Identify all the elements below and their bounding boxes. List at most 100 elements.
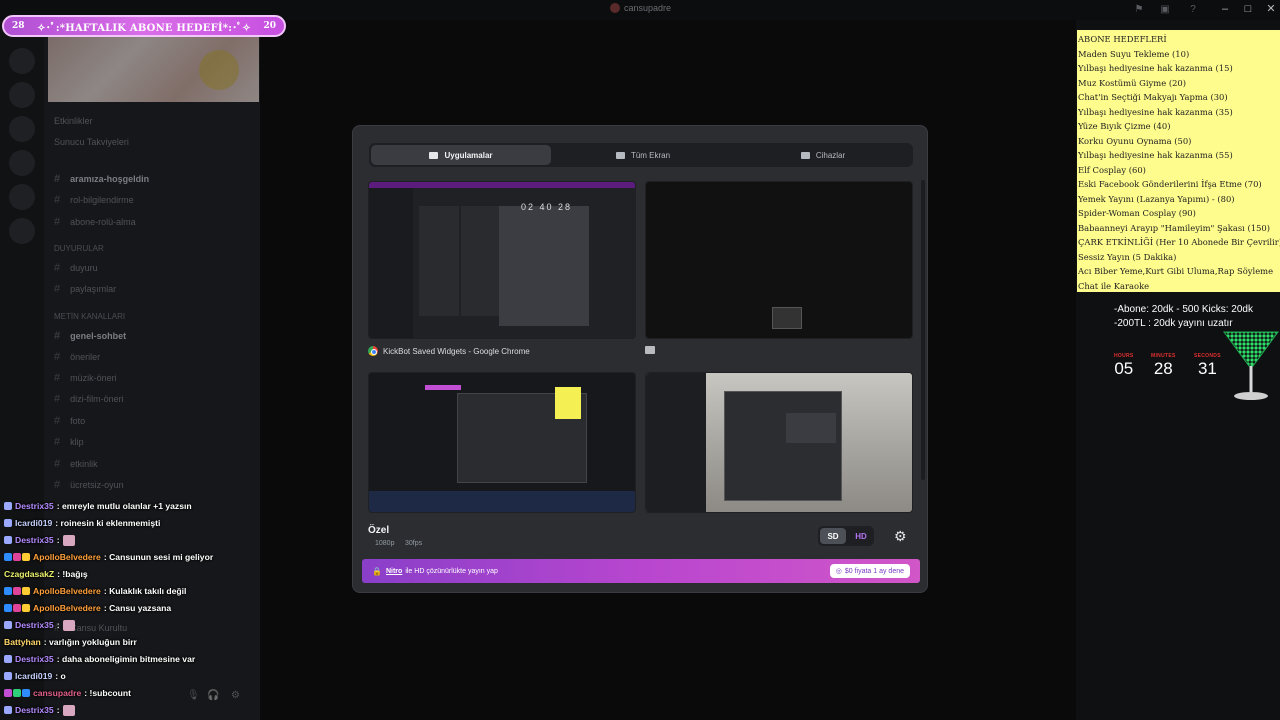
chat-message: cansupadre: !subcount (4, 685, 131, 701)
channel-item[interactable]: # genel-sohbet (54, 330, 126, 342)
headphones-icon[interactable]: 🎧 (207, 690, 219, 701)
badge-group (4, 604, 30, 612)
badge-icon (4, 655, 12, 663)
badge-icon (22, 604, 30, 612)
close-button[interactable]: ✕ (1263, 2, 1279, 16)
add-server-icon[interactable] (9, 184, 35, 210)
hd-button[interactable]: HD (848, 526, 874, 546)
chat-username: Destrix35 (15, 501, 54, 511)
chat-text: : o (55, 671, 66, 681)
source-thumbnail[interactable] (368, 372, 636, 513)
source-thumbnail[interactable] (645, 372, 913, 513)
hash-icon: # (54, 479, 61, 491)
source-thumbnail[interactable] (645, 181, 913, 339)
channel-item[interactable]: # öneriler (54, 351, 100, 363)
badge-icon (4, 672, 12, 680)
hash-icon: # (54, 262, 61, 274)
gear-icon[interactable]: ⚙ (894, 528, 907, 545)
channel-category[interactable]: DUYURULAR (54, 244, 104, 253)
goal-right-number: 20 (263, 21, 276, 31)
chat-text: : Cansu yazsana (103, 603, 172, 613)
minimize-button[interactable]: – (1217, 2, 1233, 16)
badge-icon (4, 519, 12, 527)
subscriber-goals-list: ABONE HEDEFLERİ Maden Suyu Tekleme (10) Yı… (1077, 30, 1280, 292)
chat-text: : !subcount (84, 688, 132, 698)
chat-message: Destrix35: daha aboneligimin bitmesine v… (4, 651, 195, 667)
settings-icon[interactable]: ⚙ (231, 690, 240, 701)
channel-item[interactable]: Sunucu Takviyeleri (54, 137, 129, 147)
channel-item[interactable]: # duyuru (54, 262, 98, 274)
channel-label: Cansu Kurultu (70, 623, 128, 633)
hash-icon: # (54, 351, 61, 363)
goal-title: ✧･ﾟ:*HAFTALIK ABONE HEDEFİ*:･ﾟ✧ (37, 22, 251, 34)
channel-label: paylaşımlar (70, 284, 117, 294)
badge-icon (4, 689, 12, 697)
nitro-link[interactable]: Nitro (386, 568, 402, 575)
sd-button[interactable]: SD (820, 528, 846, 544)
screen-share-icon[interactable]: ▣ (1159, 4, 1171, 15)
hash-icon: # (54, 372, 61, 384)
tab-applications[interactable]: Uygulamalar (371, 145, 551, 165)
server-icon[interactable] (9, 82, 35, 108)
channel-item[interactable]: # foto (54, 415, 85, 427)
goals-heading: ABONE HEDEFLERİ (1078, 34, 1167, 44)
badge-icon (4, 502, 12, 510)
badge-group (4, 553, 30, 561)
goal-item: Yılbaşı hediyesine hak kazanma (55) (1078, 150, 1233, 160)
goal-item: Korku Oyunu Oynama (50) (1078, 135, 1192, 146)
hash-icon: # (54, 216, 61, 228)
weekly-goal-banner: 28 ✧･ﾟ:*HAFTALIK ABONE HEDEFİ*:･ﾟ✧ 20 (2, 15, 286, 37)
goal-item: Maden Suyu Tekleme (10) (1078, 48, 1190, 59)
chat-username: Destrix35 (15, 654, 54, 664)
channel-item[interactable]: # klip (54, 436, 84, 448)
microphone-icon[interactable]: 🎙 (187, 690, 200, 701)
channel-item[interactable]: Etkinlikler (54, 116, 93, 126)
source-tabs: Uygulamalar Tüm Ekran Cihazlar (369, 143, 913, 167)
explore-icon[interactable] (9, 218, 35, 244)
source-thumbnail[interactable]: 02 40 28 (368, 181, 636, 339)
badge-group (4, 502, 12, 510)
monitor-icon (615, 151, 625, 159)
channel-item[interactable]: # dizi-film-öneri (54, 393, 124, 405)
scrollbar[interactable] (921, 180, 925, 480)
channel-label: ücretsiz-oyun (70, 480, 124, 490)
channel-item[interactable]: # rol-bilgilendirme (54, 194, 134, 206)
badge-group (4, 621, 12, 629)
channel-item[interactable]: # paylaşımlar (54, 283, 116, 295)
channel-item[interactable]: # etkinlik (54, 458, 98, 470)
chat-message: ApolloBelvedere: Cansunun sesi mi geliyo… (4, 549, 213, 565)
server-icon[interactable] (9, 116, 35, 142)
channel-label: duyuru (70, 263, 98, 273)
server-icon[interactable] (9, 150, 35, 176)
preview-bar (425, 385, 461, 390)
server-icon[interactable] (9, 48, 35, 74)
window-icon (645, 346, 655, 354)
channel-item[interactable]: # aramıza-hoşgeldin (54, 173, 149, 185)
channel-item[interactable]: # müzik-öneri (54, 372, 117, 384)
hash-icon: # (54, 415, 61, 427)
chat-message: ApolloBelvedere: Kulaklık takılı değil (4, 583, 186, 599)
nitro-trial-button[interactable]: ◎ $0 fiyata 1 ay dene (829, 564, 910, 578)
chat-message: ApolloBelvedere: Cansu yazsana (4, 600, 171, 616)
badge-icon (13, 553, 21, 561)
badge-group (4, 519, 12, 527)
badge-icon (22, 689, 30, 697)
app-sidebar (646, 373, 706, 512)
channel-category[interactable]: METİN KANALLARI (54, 312, 125, 321)
tab-entire-screen[interactable]: Tüm Ekran (553, 143, 733, 167)
inbox-icon[interactable]: ⚑ (1133, 4, 1145, 15)
channel-item[interactable]: # ücretsiz-oyun (54, 479, 124, 491)
goal-item: Yılbaşı hediyesine hak kazanma (15) (1078, 63, 1233, 73)
server-icon (610, 3, 620, 13)
hash-icon: # (54, 436, 61, 448)
help-icon[interactable]: ? (1187, 4, 1199, 15)
chat-username: ApolloBelvedere (33, 552, 101, 562)
hash-icon: # (54, 283, 61, 295)
channel-item[interactable]: # abone-rolü-alma (54, 216, 136, 228)
window-icon (429, 151, 439, 159)
emote-icon (62, 534, 75, 546)
goal-item: ÇARK ETKİNLİĞİ (Her 10 Abonede Bir Çevri… (1078, 237, 1280, 247)
maximize-button[interactable]: □ (1240, 2, 1256, 16)
tab-devices[interactable]: Cihazlar (733, 143, 913, 167)
chat-username: cansupadre (33, 688, 82, 698)
